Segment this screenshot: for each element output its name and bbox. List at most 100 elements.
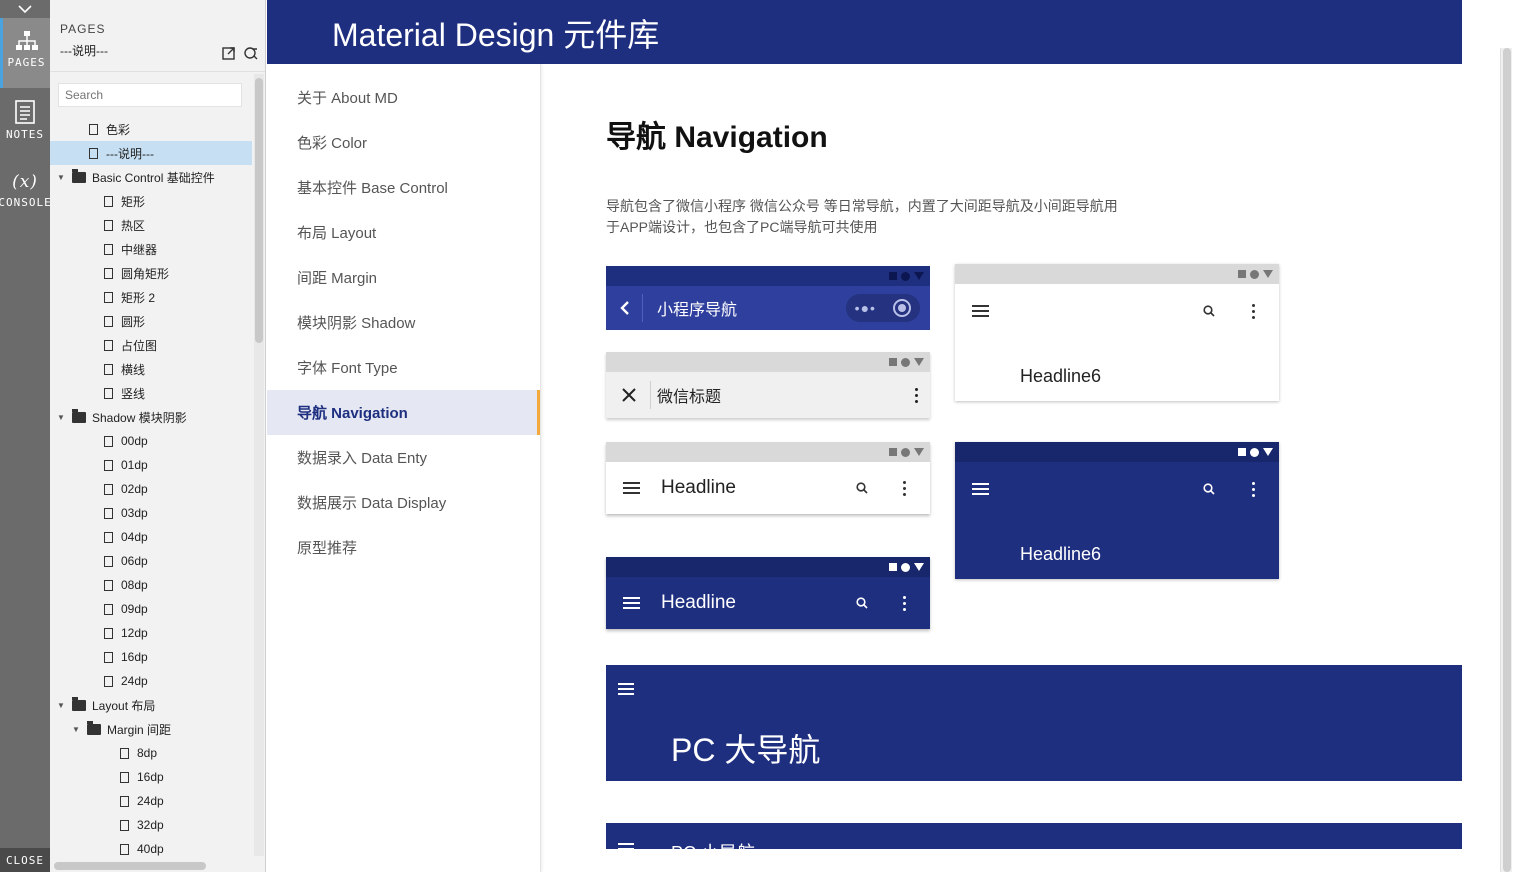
tree-folder[interactable]: ▼ Basic Control 基础控件 [50,165,252,189]
side-menu-item[interactable]: 原型推荐 [267,525,540,570]
kebab-menu-icon[interactable] [903,596,906,611]
side-menu-item[interactable]: 数据展示 Data Display [267,480,540,525]
search-icon[interactable] [1203,483,1215,495]
expand-triangle-icon[interactable]: ▼ [56,173,66,182]
tree-item-label: 24dp [121,674,148,688]
tree-item-label: 40dp [137,842,164,856]
tree-page[interactable]: 03dp [50,501,252,525]
hamburger-menu-icon[interactable] [972,483,989,495]
tree-page[interactable]: 04dp [50,525,252,549]
page-icon [120,843,129,855]
tree-page[interactable]: 占位图 [50,333,252,357]
pages-search-input[interactable] [58,83,242,107]
tree-page[interactable]: 竖线 [50,381,252,405]
tree-folder[interactable]: ▼ Shadow 模块阴影 [50,405,252,429]
tree-page[interactable]: 02dp [50,477,252,501]
tree-page[interactable]: 09dp [50,597,252,621]
tree-page[interactable]: 32dp [50,813,252,837]
expand-triangle-icon[interactable]: ▼ [56,413,66,422]
side-menu-item[interactable]: 关于 About MD [267,75,540,120]
tree-page[interactable]: 矩形 2 [50,285,252,309]
expand-triangle-icon[interactable]: ▼ [56,701,66,710]
tree-page[interactable]: 08dp [50,573,252,597]
tab-pages[interactable]: PAGES [0,18,50,88]
tab-notes[interactable]: NOTES [0,100,50,150]
kebab-menu-icon[interactable] [1252,304,1255,319]
hamburger-menu-icon[interactable] [972,305,989,317]
tree-page[interactable]: 16dp [50,765,252,789]
pc-large-nav-card: PC 大导航 [606,665,1462,781]
tree-page[interactable]: 24dp [50,669,252,693]
tree-scrollbar[interactable] [255,78,263,343]
kebab-menu-icon[interactable] [903,481,906,496]
tree-item-label: 横线 [121,362,146,377]
tree-item-label: Margin 间距 [107,722,172,737]
side-menu-item[interactable]: 色彩 Color [267,120,540,165]
side-menu-item[interactable]: 基本控件 Base Control [267,165,540,210]
tree-page[interactable]: 横线 [50,357,252,381]
tree-page[interactable]: 中继器 [50,237,252,261]
side-menu: 关于 About MD 色彩 Color 基本控件 Base Control 布局 L… [267,64,541,872]
folder-icon [87,720,101,735]
page-icon [120,747,129,759]
headline6-dark-title: Headline6 [1020,544,1102,564]
side-menu-item[interactable]: 字体 Font Type [267,345,540,390]
side-menu-item[interactable]: 间距 Margin [267,255,540,300]
page-scroll-thumb[interactable] [1503,48,1511,872]
page-icon [104,435,113,447]
tree-item-label: 矩形 2 [121,290,156,305]
tree-page[interactable]: 12dp [50,621,252,645]
page-icon [120,795,129,807]
tree-item-label: 矩形 [121,194,146,209]
hamburger-menu-icon[interactable] [623,597,640,609]
headline6-light-title: Headline6 [1020,366,1102,386]
side-menu-item[interactable]: 模块阴影 Shadow [267,300,540,345]
content-area: 导航 Navigation 导航包含了微信小程序 微信公众号 等日常导航，内置了… [541,64,1462,849]
tree-page[interactable]: 40dp [50,837,252,857]
expand-triangle-icon[interactable]: ▼ [71,725,81,734]
miniapp-nav-card: 小程序导航 •●• [606,266,930,330]
tree-page[interactable]: 圆形 [50,309,252,333]
tree-horizontal-scrollbar[interactable] [54,862,206,870]
page-icon [89,147,98,159]
kebab-menu-icon[interactable] [1252,482,1255,497]
side-menu-item[interactable]: 布局 Layout [267,210,540,255]
export-page-icon[interactable] [222,46,236,60]
tree-folder[interactable]: ▼ Layout 布局 [50,693,252,717]
tree-item-label: 09dp [121,602,148,616]
status-bar [955,264,1279,284]
close-x-icon[interactable] [622,388,636,402]
hamburger-menu-icon[interactable] [623,482,640,494]
page-scrollbar[interactable] [1500,48,1512,872]
tree-page[interactable]: 01dp [50,453,252,477]
tree-page[interactable]: ---说明--- [50,141,252,165]
search-icon[interactable] [856,597,868,609]
wechat-nav-card: 微信标题 [606,352,930,418]
tree-page[interactable]: 00dp [50,429,252,453]
collapse-chevron-icon[interactable] [0,0,50,18]
tab-console[interactable]: (x) CONSOLE [0,172,51,222]
search-icon[interactable] [856,482,868,494]
hamburger-menu-icon[interactable] [618,683,634,695]
side-menu-item[interactable]: 数据录入 Data Enty [267,435,540,480]
tree-page[interactable]: 24dp [50,789,252,813]
tree-page[interactable]: 色彩 [50,117,252,141]
add-page-icon[interactable] [244,46,258,60]
tree-page[interactable]: 06dp [50,549,252,573]
page-icon [120,771,129,783]
miniapp-close-icon[interactable] [893,299,912,317]
pc-large-nav-title: PC 大导航 [671,732,821,768]
tree-page[interactable]: 16dp [50,645,252,669]
tree-page[interactable]: 矩形 [50,189,252,213]
hamburger-menu-icon[interactable] [618,843,634,849]
back-arrow-icon[interactable] [620,300,630,316]
search-icon[interactable] [1203,305,1215,317]
side-menu-item[interactable]: 导航 Navigation [267,390,540,435]
tree-page[interactable]: 圆角矩形 [50,261,252,285]
tree-folder[interactable]: ▼ Margin 间距 [50,717,252,741]
close-button[interactable]: CLOSE [0,848,50,872]
more-dots-icon[interactable]: •●• [855,300,876,316]
tree-page[interactable]: 8dp [50,741,252,765]
tree-page[interactable]: 热区 [50,213,252,237]
kebab-menu-icon[interactable] [915,388,918,403]
